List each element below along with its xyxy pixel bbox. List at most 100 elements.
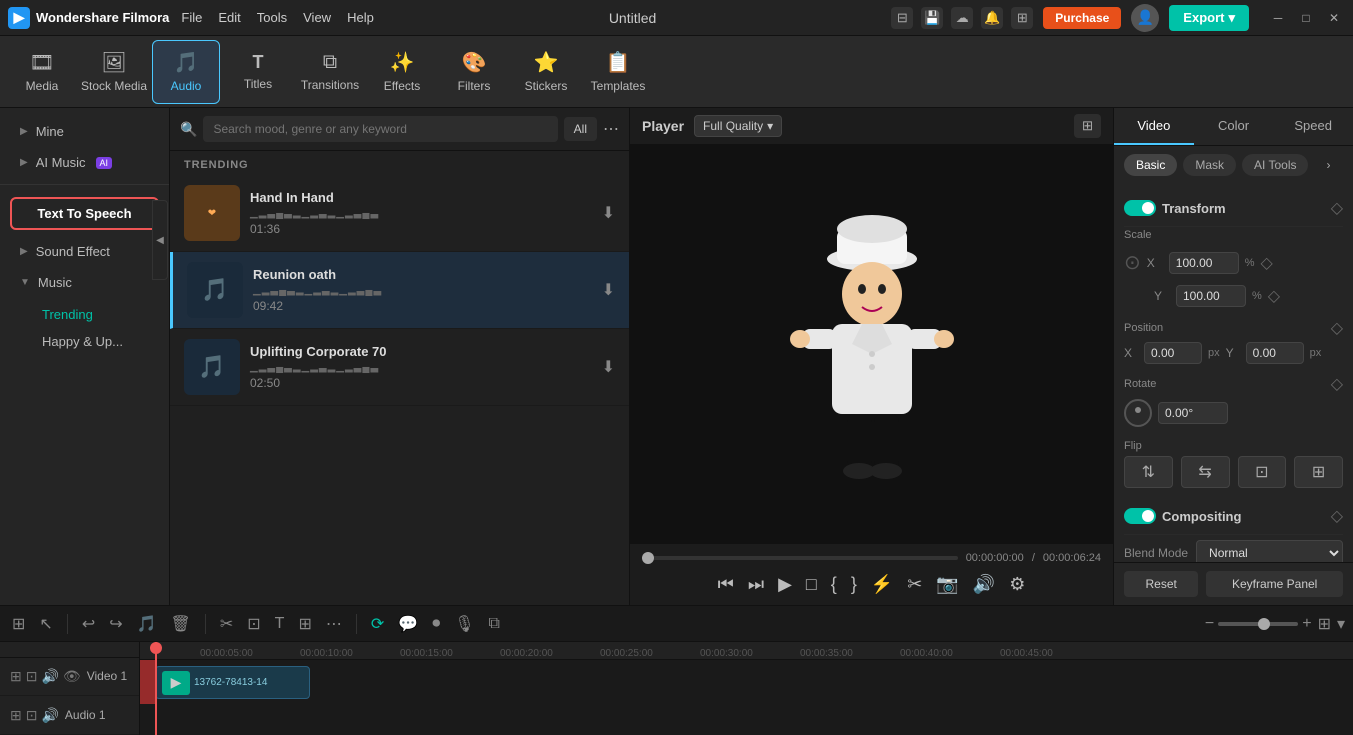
text-to-speech-button[interactable]: Text To Speech bbox=[10, 197, 159, 230]
select-tool-button[interactable]: ↖ bbox=[35, 612, 56, 636]
tool-templates[interactable]: 📋 Templates bbox=[584, 40, 652, 104]
flip-vertical-button[interactable]: ⇆ bbox=[1181, 456, 1230, 488]
tab-color[interactable]: Color bbox=[1194, 108, 1274, 145]
player-progress-thumb[interactable] bbox=[642, 552, 654, 564]
fullscreen-button[interactable]: ⊞ bbox=[1074, 114, 1101, 138]
voice-button[interactable]: 🎙 bbox=[450, 612, 478, 636]
mute-audio-icon[interactable]: 🔊 bbox=[41, 707, 58, 724]
reset-button[interactable]: Reset bbox=[1124, 571, 1198, 597]
apps-icon[interactable]: ⊞ bbox=[1011, 7, 1033, 29]
tool-transitions[interactable]: ⧉ Transitions bbox=[296, 40, 364, 104]
user-avatar[interactable]: 👤 bbox=[1131, 4, 1159, 32]
mark-in-button[interactable]: { bbox=[829, 572, 839, 597]
menu-tools[interactable]: Tools bbox=[257, 10, 287, 25]
minimize-window-icon[interactable]: ⊟ bbox=[891, 7, 913, 29]
tool-media[interactable]: 🎞 Media bbox=[8, 40, 76, 104]
cloud-icon[interactable]: ☁ bbox=[951, 7, 973, 29]
rotate-input[interactable] bbox=[1158, 402, 1228, 424]
scale-y-input[interactable] bbox=[1176, 285, 1246, 307]
scale-y-keyframe[interactable]: ◇ bbox=[1268, 286, 1280, 306]
quality-selector[interactable]: Full Quality ▾ bbox=[694, 115, 782, 137]
tool-titles[interactable]: T Titles bbox=[224, 40, 292, 104]
sidebar-item-sound-effect[interactable]: ▶ Sound Effect bbox=[6, 237, 163, 266]
compositing-toggle[interactable] bbox=[1124, 508, 1156, 524]
tool-filters[interactable]: 🎨 Filters bbox=[440, 40, 508, 104]
audio-detach-button[interactable]: 🎵 bbox=[133, 612, 161, 636]
add-track-button[interactable]: ⊞ bbox=[8, 612, 29, 636]
sidebar-item-mine[interactable]: ▶ Mine bbox=[6, 117, 163, 146]
prev-frame-button[interactable]: ⏮ bbox=[716, 572, 736, 597]
sidebar-item-ai-music[interactable]: ▶ AI Music AI bbox=[6, 148, 163, 177]
caption-button[interactable]: 💬 bbox=[394, 612, 422, 636]
zoom-slider[interactable] bbox=[1218, 622, 1298, 626]
mark-out-button[interactable]: } bbox=[849, 572, 859, 597]
transform-toggle[interactable] bbox=[1124, 200, 1156, 216]
hide-video-icon[interactable]: 👁 bbox=[63, 668, 81, 685]
subtab-ai-tools[interactable]: AI Tools bbox=[1242, 154, 1308, 176]
more-options-button[interactable]: ⋯ bbox=[603, 119, 619, 139]
copy-video-icon[interactable]: ⊡ bbox=[26, 668, 38, 685]
tab-video[interactable]: Video bbox=[1114, 108, 1194, 145]
subtab-mask[interactable]: Mask bbox=[1183, 154, 1236, 176]
sidebar-item-music[interactable]: ▼ Music bbox=[6, 268, 163, 297]
text-button[interactable]: T bbox=[271, 613, 289, 635]
redo-button[interactable]: ↪ bbox=[105, 612, 126, 636]
stop-button[interactable]: □ bbox=[804, 572, 819, 597]
tool-stickers[interactable]: ⭐ Stickers bbox=[512, 40, 580, 104]
transform-keyframe-button[interactable]: ◇ bbox=[1331, 198, 1343, 218]
crop-button-flip[interactable]: ⊡ bbox=[1238, 456, 1287, 488]
compositing-keyframe-button[interactable]: ◇ bbox=[1331, 506, 1343, 526]
subtab-basic[interactable]: Basic bbox=[1124, 154, 1177, 176]
grid-button[interactable]: ⊞ bbox=[1318, 614, 1331, 634]
position-keyframe[interactable]: ◇ bbox=[1331, 318, 1343, 338]
menu-view[interactable]: View bbox=[303, 10, 331, 25]
play-button[interactable]: ▶ bbox=[776, 572, 794, 597]
window-minimize[interactable]: ─ bbox=[1267, 7, 1289, 29]
download-icon-1[interactable]: ⬇ bbox=[602, 203, 615, 223]
audio-search-input[interactable] bbox=[203, 116, 557, 142]
scale-x-keyframe[interactable]: ◇ bbox=[1261, 253, 1273, 273]
add-video-track-icon[interactable]: ⊞ bbox=[10, 668, 22, 685]
tool-audio[interactable]: 🎵 Audio bbox=[152, 40, 220, 104]
scale-x-input[interactable] bbox=[1169, 252, 1239, 274]
audio-item-3[interactable]: 🎵 Uplifting Corporate 70 ▁▂▃▄▃▂▁▂▃▂▁▂▃▄▃… bbox=[170, 329, 629, 406]
player-progress-bar[interactable] bbox=[642, 556, 958, 560]
settings-button[interactable]: ⚙ bbox=[1007, 572, 1027, 597]
ai-cut-button[interactable]: ⟳ bbox=[367, 612, 388, 636]
tab-speed[interactable]: Speed bbox=[1273, 108, 1353, 145]
sidebar-collapse-btn[interactable]: ◀ bbox=[152, 200, 168, 280]
export-button[interactable]: Export ▾ bbox=[1169, 5, 1249, 31]
more-tl-button[interactable]: ⋯ bbox=[322, 612, 346, 636]
position-y-input[interactable] bbox=[1246, 342, 1304, 364]
add-audio-icon[interactable]: ⊞ bbox=[10, 707, 22, 724]
menu-edit[interactable]: Edit bbox=[218, 10, 240, 25]
window-close[interactable]: ✕ bbox=[1323, 7, 1345, 29]
cut-button[interactable]: ✂ bbox=[216, 612, 237, 636]
flip-horizontal-button[interactable]: ⇅ bbox=[1124, 456, 1173, 488]
rotate-dial[interactable] bbox=[1124, 399, 1152, 427]
menu-help[interactable]: Help bbox=[347, 10, 374, 25]
zoom-in-button[interactable]: + bbox=[1302, 615, 1311, 633]
rotate-keyframe[interactable]: ◇ bbox=[1331, 374, 1343, 394]
delete-button[interactable]: 🗑 bbox=[167, 612, 195, 636]
fit-button[interactable]: ⊞ bbox=[294, 612, 315, 636]
settings-tl-button[interactable]: ▾ bbox=[1337, 614, 1345, 634]
menu-file[interactable]: File bbox=[181, 10, 202, 25]
sidebar-sub-trending[interactable]: Trending bbox=[32, 302, 169, 327]
split-button[interactable]: ⚡ bbox=[869, 572, 895, 597]
purchase-button[interactable]: Purchase bbox=[1043, 7, 1121, 29]
position-x-input[interactable] bbox=[1144, 342, 1202, 364]
subtab-more-icon[interactable]: › bbox=[1314, 154, 1342, 176]
tool-stock-media[interactable]: 🖼 Stock Media bbox=[80, 40, 148, 104]
mute-video-icon[interactable]: 🔊 bbox=[41, 668, 58, 685]
window-maximize[interactable]: □ bbox=[1295, 7, 1317, 29]
copy-audio-icon[interactable]: ⊡ bbox=[26, 707, 38, 724]
snapshot-button[interactable]: 📷 bbox=[934, 572, 960, 597]
crop-tl-button[interactable]: ⊡ bbox=[243, 612, 264, 636]
blend-mode-select[interactable]: Normal bbox=[1196, 540, 1343, 562]
volume-button[interactable]: 🔊 bbox=[971, 572, 997, 597]
save-icon[interactable]: 💾 bbox=[921, 7, 943, 29]
transform-extra-button[interactable]: ⊞ bbox=[1294, 456, 1343, 488]
filter-dropdown[interactable]: All bbox=[564, 117, 597, 141]
download-icon-3[interactable]: ⬇ bbox=[602, 357, 615, 377]
